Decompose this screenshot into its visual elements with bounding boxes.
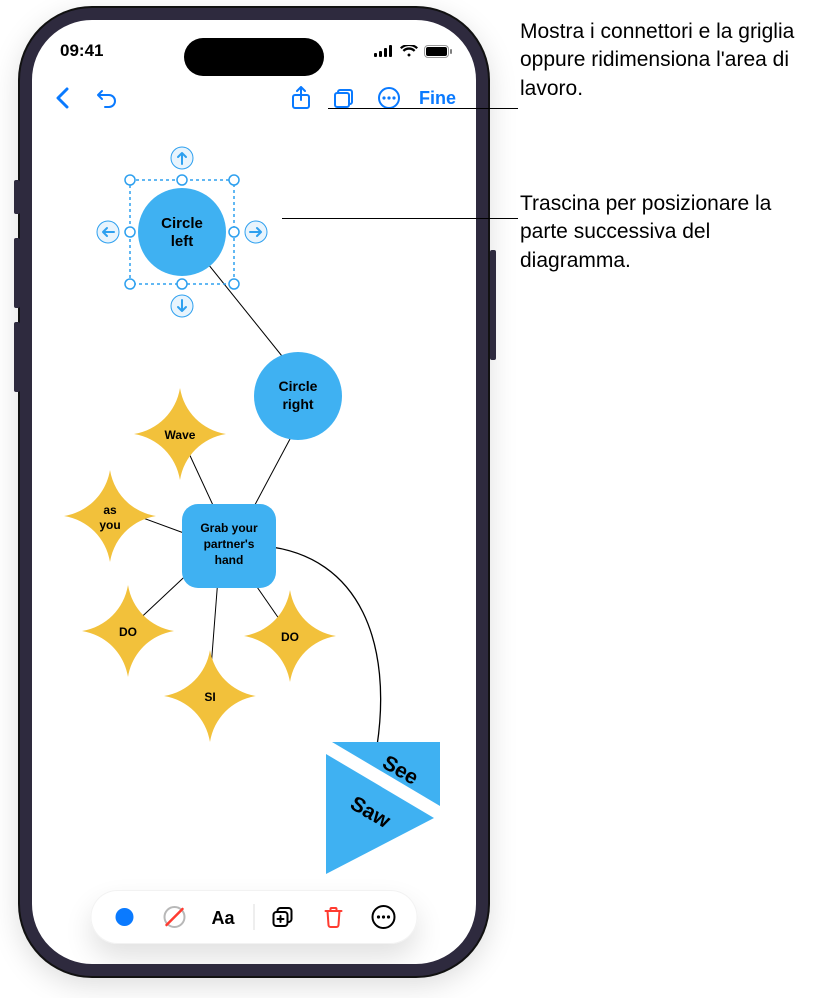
duplicate-button[interactable]: [263, 899, 305, 935]
node-do2-star[interactable]: DO: [244, 590, 336, 682]
callout-line-1: [328, 108, 518, 109]
phone-mute-switch: [14, 180, 20, 214]
node-si-star[interactable]: SI: [164, 650, 256, 742]
more-actions-button[interactable]: [363, 899, 405, 935]
callout-canvas-options: Mostra i connettori e la griglia oppure …: [520, 18, 810, 103]
svg-text:hand: hand: [215, 553, 244, 567]
status-time: 09:41: [60, 41, 103, 61]
callout-drag-connector: Trascina per posizionare la parte succes…: [520, 190, 810, 275]
share-button[interactable]: [281, 80, 321, 116]
connector-handle-left[interactable]: [97, 221, 119, 243]
node-as-you-star[interactable]: as you: [64, 470, 156, 562]
node-circle-left-selected[interactable]: Circle left: [97, 147, 267, 317]
svg-text:partner's: partner's: [204, 537, 255, 551]
svg-text:Circle: Circle: [279, 378, 318, 394]
svg-text:Grab your: Grab your: [200, 521, 258, 535]
diagram-svg: Circle right Grab your partner's hand Wa…: [32, 126, 476, 906]
done-button[interactable]: Fine: [413, 88, 462, 109]
phone-volume-up: [14, 238, 20, 308]
text-style-button[interactable]: Aa: [204, 899, 246, 935]
connector-handle-up[interactable]: [171, 147, 193, 169]
canvas-options-button[interactable]: [325, 80, 365, 116]
svg-text:DO: DO: [119, 625, 137, 639]
iphone-frame: 09:41 Fine: [20, 8, 488, 976]
battery-icon: [424, 45, 452, 58]
connector-handle-down[interactable]: [171, 295, 193, 317]
node-circle-right[interactable]: Circle right: [254, 352, 342, 440]
drawing-canvas[interactable]: Circle right Grab your partner's hand Wa…: [32, 126, 476, 906]
callout-line-2: [282, 218, 518, 219]
cellular-icon: [374, 45, 394, 57]
node-wave-star[interactable]: Wave: [134, 388, 226, 480]
svg-text:Aa: Aa: [212, 908, 236, 928]
delete-button[interactable]: [313, 899, 355, 935]
fill-color-button[interactable]: [104, 899, 146, 935]
svg-text:right: right: [282, 396, 313, 412]
svg-text:left: left: [171, 233, 194, 250]
top-toolbar: Fine: [32, 74, 476, 126]
svg-text:Wave: Wave: [165, 428, 196, 442]
no-stroke-button[interactable]: [154, 899, 196, 935]
dynamic-island: [184, 38, 324, 76]
svg-text:SI: SI: [204, 690, 215, 704]
wifi-icon: [400, 45, 418, 57]
svg-text:you: you: [99, 518, 120, 532]
phone-power-button: [490, 250, 496, 360]
svg-text:Circle: Circle: [161, 215, 203, 232]
bottom-toolbar: Aa: [91, 890, 418, 944]
more-options-button[interactable]: [369, 80, 409, 116]
connector-handle-right[interactable]: [245, 221, 267, 243]
node-do1-star[interactable]: DO: [82, 585, 174, 677]
toolbar-divider: [254, 904, 255, 930]
undo-button[interactable]: [86, 80, 126, 116]
svg-text:DO: DO: [281, 630, 299, 644]
back-button[interactable]: [42, 80, 82, 116]
svg-text:as: as: [103, 503, 117, 517]
phone-volume-down: [14, 322, 20, 392]
node-grab-partner[interactable]: Grab your partner's hand: [182, 504, 276, 588]
